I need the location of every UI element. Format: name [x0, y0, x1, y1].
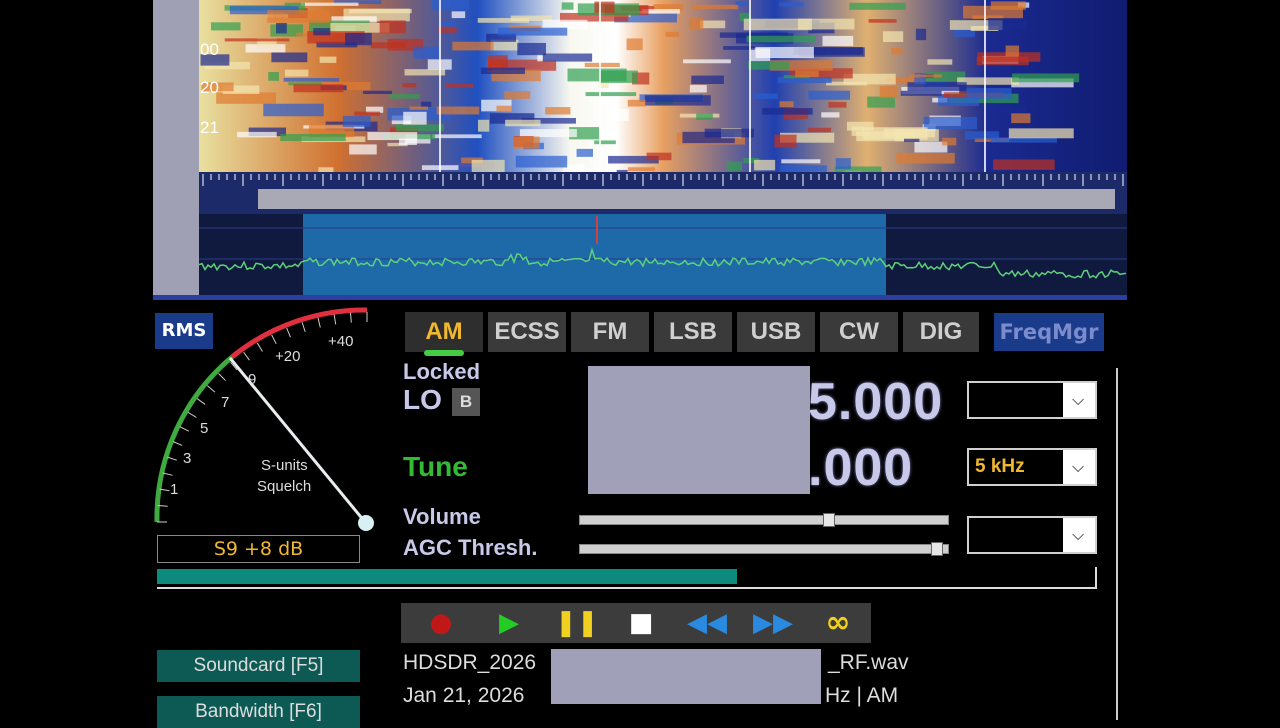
redacted-scale-labels: [258, 189, 1115, 209]
chevron-down-icon: ⌵: [1063, 450, 1095, 484]
lo-frequency-display[interactable]: 5.000: [808, 372, 943, 432]
lo-label: LO: [403, 384, 442, 415]
s-meter-scale-7: 7: [221, 394, 230, 411]
soundcard-button[interactable]: Soundcard [F5]: [157, 650, 360, 682]
lo-preset-dropdown[interactable]: ⌵: [967, 381, 1097, 419]
file-name-suffix: _RF.wav: [828, 651, 909, 674]
transport-bar: ● ▶ ❚❚ ■ ◀◀ ▶▶ ∞: [401, 603, 871, 643]
redacted-side-panel: [153, 0, 199, 295]
waterfall-time-label-3: 21: [200, 118, 219, 137]
s-meter-scale-3: 3: [183, 450, 192, 467]
spectrum-graphic: [199, 214, 1127, 295]
mode-usb-button[interactable]: USB: [737, 312, 815, 352]
tune-step-value: 5 kHz: [975, 456, 1025, 477]
s-meter-scale-5: 5: [200, 420, 209, 437]
volume-slider-thumb[interactable]: [823, 513, 836, 527]
mode-am-button[interactable]: AM: [405, 312, 483, 352]
active-mode-indicator: [424, 350, 464, 356]
chevron-down-icon: ⌵: [1063, 518, 1095, 552]
mode-dig-button[interactable]: DIG: [903, 312, 979, 352]
mode-ecss-button[interactable]: ECSS: [488, 312, 566, 352]
stop-icon[interactable]: ■: [621, 603, 661, 643]
volume-slider[interactable]: [579, 513, 949, 527]
lo-b-button[interactable]: B: [452, 388, 480, 416]
waterfall-time-label-2: 20: [200, 78, 219, 97]
right-panel-edge: [1116, 368, 1127, 720]
rewind-icon[interactable]: ◀◀: [687, 603, 727, 643]
s-meter-scale-9: 9: [248, 371, 257, 388]
mode-fm-button[interactable]: FM: [571, 312, 649, 352]
mode-cw-button[interactable]: CW: [820, 312, 898, 352]
s-meter-scale-1: 1: [170, 481, 179, 498]
fast-forward-icon[interactable]: ▶▶: [753, 603, 793, 643]
redacted-frequency-digits: [588, 366, 810, 494]
agc-slider-thumb[interactable]: [930, 542, 943, 556]
playback-progress[interactable]: [157, 567, 1097, 589]
record-icon[interactable]: ●: [421, 603, 461, 643]
redacted-file-info: [551, 649, 821, 704]
pause-icon[interactable]: ❚❚: [555, 603, 599, 643]
mode-lsb-button[interactable]: LSB: [654, 312, 732, 352]
bandwidth-button[interactable]: Bandwidth [F6]: [157, 696, 360, 728]
file-date: Jan 21, 2026: [403, 684, 525, 707]
loop-icon[interactable]: ∞: [813, 603, 863, 643]
waterfall-time-label-1: 00: [200, 40, 219, 59]
tune-step-dropdown[interactable]: 5 kHz ⌵: [967, 448, 1097, 486]
file-name-prefix: HDSDR_2026: [403, 651, 537, 674]
tune-label: Tune: [403, 451, 468, 482]
playback-progress-fill: [157, 569, 738, 584]
agc-slider[interactable]: [579, 542, 949, 556]
spectrum-display[interactable]: [199, 214, 1127, 295]
s-meter-readout: S9 +8 dB: [157, 535, 360, 563]
s-meter-caption-units: S-units: [261, 457, 308, 474]
agc-label: AGC Thresh.: [403, 535, 538, 560]
s-meter-scale-plus40: +40: [328, 333, 354, 350]
s-meter-caption-squelch: Squelch: [257, 478, 312, 495]
agc-dropdown[interactable]: ⌵: [967, 516, 1097, 554]
waterfall-display[interactable]: [199, 0, 1127, 172]
chevron-down-icon: ⌵: [1063, 383, 1095, 417]
play-icon[interactable]: ▶: [489, 603, 529, 643]
volume-label: Volume: [403, 504, 481, 529]
s-meter-scale-plus20: +20: [275, 348, 301, 365]
file-freq-mode: Hz | AM: [825, 684, 899, 707]
freqmgr-button[interactable]: FreqMgr: [994, 313, 1104, 351]
waterfall-graphic: [199, 0, 1127, 172]
lo-locked-label: Locked: [403, 359, 481, 384]
tune-frequency-display[interactable]: .000: [808, 438, 913, 498]
